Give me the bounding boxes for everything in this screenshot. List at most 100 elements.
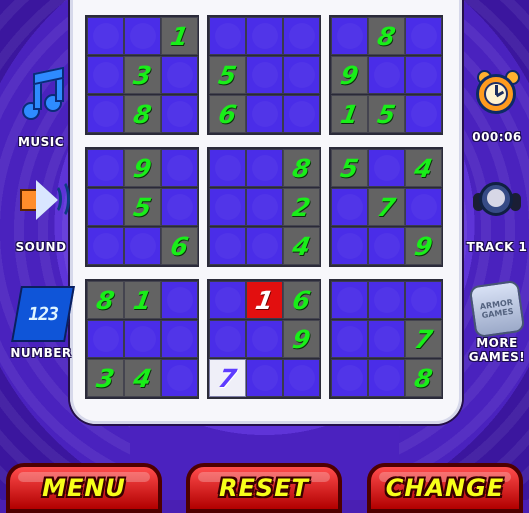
cell-r1c1[interactable]: 3: [124, 56, 161, 94]
cell-r2c2[interactable]: [161, 95, 198, 133]
cell-r0c7[interactable]: 8: [368, 17, 405, 55]
cell-r1c7[interactable]: [368, 56, 405, 94]
cell-r5c5[interactable]: 4: [283, 227, 320, 265]
cell-r2c5[interactable]: [283, 95, 320, 133]
cell-r4c4[interactable]: [246, 188, 283, 226]
cell-r4c6[interactable]: [331, 188, 368, 226]
digit-r5c0: [85, 228, 126, 264]
cell-r2c7[interactable]: 5: [368, 95, 405, 133]
cell-r4c8[interactable]: [405, 188, 442, 226]
track-control[interactable]: TRACK 1: [461, 176, 529, 262]
cell-r0c6[interactable]: [331, 17, 368, 55]
cell-r2c3[interactable]: 6: [209, 95, 246, 133]
cell-r8c8[interactable]: 8: [405, 359, 442, 397]
sound-control[interactable]: SOUND: [5, 175, 77, 261]
cell-r8c2[interactable]: [161, 359, 198, 397]
cell-r1c2[interactable]: [161, 56, 198, 94]
cell-r3c1[interactable]: 9: [124, 149, 161, 187]
cell-r0c4[interactable]: [246, 17, 283, 55]
cell-r0c0[interactable]: [87, 17, 124, 55]
change-button-label: CHANGE: [385, 474, 505, 502]
cell-r3c3[interactable]: [209, 149, 246, 187]
cell-r5c0[interactable]: [87, 227, 124, 265]
cell-r4c3[interactable]: [209, 188, 246, 226]
cell-r6c8[interactable]: [405, 281, 442, 319]
menu-button[interactable]: MENU: [6, 463, 162, 513]
cell-r3c0[interactable]: [87, 149, 124, 187]
cell-r0c1[interactable]: [124, 17, 161, 55]
cell-r2c6[interactable]: 1: [331, 95, 368, 133]
cell-r8c6[interactable]: [331, 359, 368, 397]
cell-r8c3[interactable]: 7: [209, 359, 246, 397]
cell-r8c5[interactable]: [283, 359, 320, 397]
cell-r8c4[interactable]: [246, 359, 283, 397]
cell-r8c7[interactable]: [368, 359, 405, 397]
cell-r6c1[interactable]: 1: [124, 281, 161, 319]
cell-r5c6[interactable]: [331, 227, 368, 265]
more-games-control[interactable]: ARMOR GAMES MORE GAMES!: [461, 279, 529, 369]
cell-r6c5[interactable]: 6: [283, 281, 320, 319]
sound-label: SOUND: [15, 240, 67, 254]
cell-r1c6[interactable]: 9: [331, 56, 368, 94]
digit-r1c2: [159, 57, 200, 93]
cell-r5c1[interactable]: [124, 227, 161, 265]
cell-r2c8[interactable]: [405, 95, 442, 133]
digit-r7c8: 7: [412, 324, 435, 354]
cell-r7c8[interactable]: 7: [405, 320, 442, 358]
cell-r6c2[interactable]: [161, 281, 198, 319]
cell-r6c0[interactable]: 8: [87, 281, 124, 319]
digit-r8c4: [244, 360, 285, 396]
cell-r7c3[interactable]: [209, 320, 246, 358]
cell-r1c0[interactable]: [87, 56, 124, 94]
cell-r4c2[interactable]: [161, 188, 198, 226]
reset-button[interactable]: RESET: [186, 463, 342, 513]
cell-r5c4[interactable]: [246, 227, 283, 265]
cell-r8c0[interactable]: 3: [87, 359, 124, 397]
cell-r7c2[interactable]: [161, 320, 198, 358]
cell-r7c7[interactable]: [368, 320, 405, 358]
cell-r7c4[interactable]: [246, 320, 283, 358]
cell-r1c3[interactable]: 5: [209, 56, 246, 94]
cell-r5c3[interactable]: [209, 227, 246, 265]
cell-r7c1[interactable]: [124, 320, 161, 358]
cell-r4c7[interactable]: 7: [368, 188, 405, 226]
cell-r7c0[interactable]: [87, 320, 124, 358]
cell-r5c2[interactable]: 6: [161, 227, 198, 265]
cell-r3c6[interactable]: 5: [331, 149, 368, 187]
cell-r2c4[interactable]: [246, 95, 283, 133]
cell-r6c3[interactable]: [209, 281, 246, 319]
digit-r4c5: 2: [290, 192, 313, 222]
cell-r1c5[interactable]: [283, 56, 320, 94]
cell-r0c2[interactable]: 1: [161, 17, 198, 55]
cell-r2c0[interactable]: [87, 95, 124, 133]
cell-r2c1[interactable]: 8: [124, 95, 161, 133]
cell-r5c7[interactable]: [368, 227, 405, 265]
cell-r4c1[interactable]: 5: [124, 188, 161, 226]
cell-r4c0[interactable]: [87, 188, 124, 226]
digit-r1c3: 5: [216, 60, 239, 90]
cell-r7c6[interactable]: [331, 320, 368, 358]
number-control[interactable]: 123 NUMBER: [5, 286, 77, 372]
cell-r3c4[interactable]: [246, 149, 283, 187]
cell-r3c8[interactable]: 4: [405, 149, 442, 187]
digit-r1c7: [366, 57, 407, 93]
digit-r8c7: [366, 360, 407, 396]
cell-r6c6[interactable]: [331, 281, 368, 319]
cell-r1c8[interactable]: [405, 56, 442, 94]
cell-r0c3[interactable]: [209, 17, 246, 55]
cell-r3c5[interactable]: 8: [283, 149, 320, 187]
cell-r6c7[interactable]: [368, 281, 405, 319]
cell-r4c5[interactable]: 2: [283, 188, 320, 226]
music-control[interactable]: MUSIC: [5, 66, 77, 156]
change-button[interactable]: CHANGE: [367, 463, 523, 513]
cell-r6c4[interactable]: 1: [246, 281, 283, 319]
cell-r8c1[interactable]: 4: [124, 359, 161, 397]
cell-r5c8[interactable]: 9: [405, 227, 442, 265]
cell-r0c8[interactable]: [405, 17, 442, 55]
cell-r3c2[interactable]: [161, 149, 198, 187]
cell-r7c5[interactable]: 9: [283, 320, 320, 358]
cell-r0c5[interactable]: [283, 17, 320, 55]
digit-r6c8: [403, 282, 444, 318]
cell-r1c4[interactable]: [246, 56, 283, 94]
cell-r3c7[interactable]: [368, 149, 405, 187]
